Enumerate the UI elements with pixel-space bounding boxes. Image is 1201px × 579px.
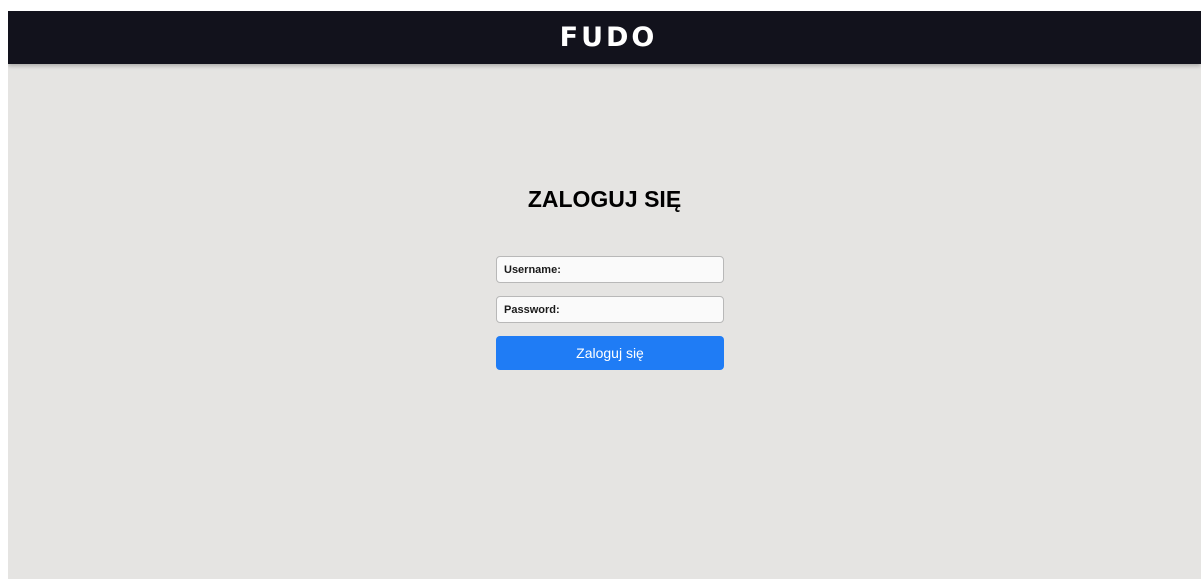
password-input[interactable]: [496, 296, 724, 323]
username-input[interactable]: [496, 256, 724, 283]
app-frame: FUDO ZALOGUJ SIĘ Zaloguj się: [8, 11, 1201, 579]
login-button[interactable]: Zaloguj się: [496, 336, 724, 370]
top-navbar: FUDO: [8, 11, 1201, 64]
page-title: ZALOGUJ SIĘ: [527, 186, 682, 212]
login-form: Zaloguj się: [496, 256, 724, 370]
fudo-logo[interactable]: FUDO: [560, 24, 658, 51]
